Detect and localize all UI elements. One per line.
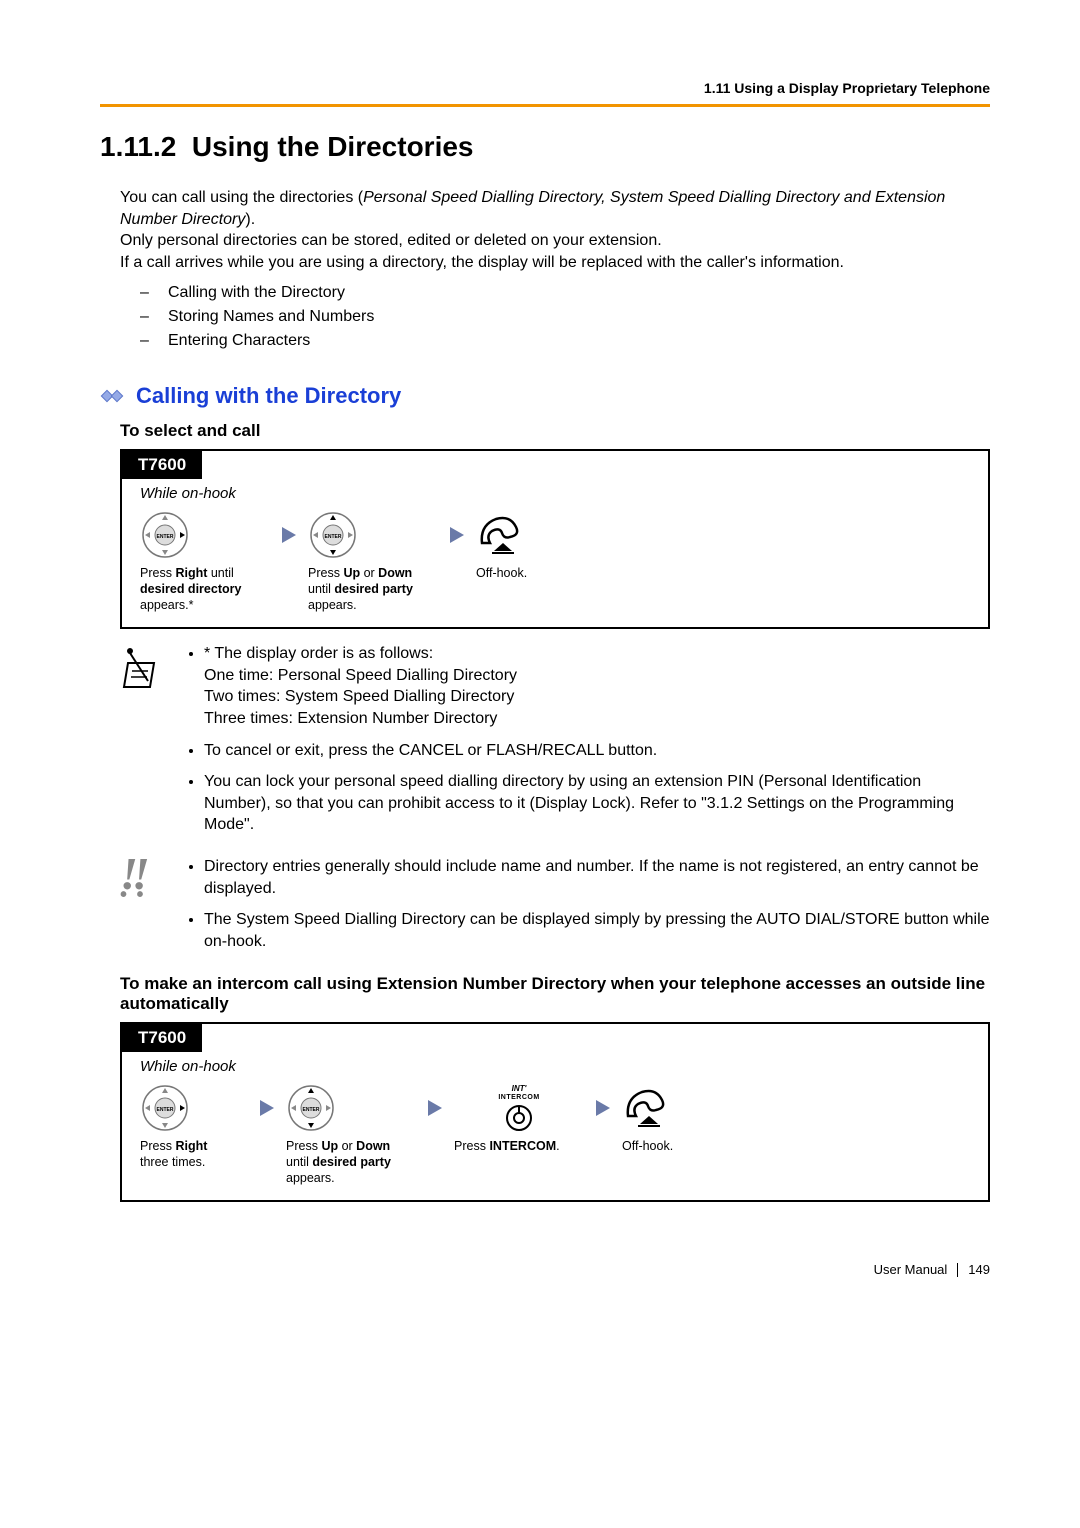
alert-list: Directory entries generally should inclu… [180, 856, 990, 962]
procedure-box: T7600 While on-hook ENTER [120, 1022, 990, 1202]
navigator-right-icon: ENTER [140, 510, 190, 560]
subtopic-list: Calling with the Directory Storing Names… [100, 281, 990, 353]
diamond-bullet-icon [100, 387, 128, 405]
list-item: The System Speed Dialling Directory can … [204, 909, 990, 952]
footer-page-number: 149 [968, 1262, 990, 1277]
step-caption: Press Right until desired directory appe… [140, 566, 270, 613]
subsection-heading: Calling with the Directory [136, 383, 401, 409]
intro-paragraph: You can call using the directories (Pers… [120, 187, 990, 273]
step-caption: Press Right three times. [140, 1139, 248, 1170]
note-icon [120, 643, 164, 691]
section-number: 1.11.2 [100, 131, 176, 162]
list-item: Calling with the Directory [140, 281, 990, 305]
intro-line3: If a call arrives while you are using a … [120, 254, 844, 271]
precondition-label: While on-hook [140, 485, 970, 502]
navigator-updown-icon: ENTER [286, 1083, 336, 1133]
offhook-icon [476, 513, 530, 557]
precondition-label: While on-hook [140, 1058, 970, 1075]
navigator-right-icon: ENTER [140, 1083, 190, 1133]
procedure-heading: To select and call [120, 421, 990, 441]
list-item: Directory entries generally should inclu… [204, 856, 990, 899]
step-caption: Off-hook. [476, 566, 586, 582]
svg-text:ENTER: ENTER [157, 1107, 174, 1113]
list-item: Entering Characters [140, 329, 990, 353]
intercom-button-icon [504, 1103, 534, 1133]
intercom-label-top: INT' [512, 1084, 527, 1094]
list-item: * The display order is as follows: One t… [204, 643, 990, 729]
svg-text:ENTER: ENTER [325, 534, 342, 540]
alert-icon: !! • • [120, 856, 180, 962]
navigator-updown-icon: ENTER [308, 510, 358, 560]
arrow-right-icon [260, 1100, 274, 1116]
model-tab: T7600 [122, 451, 202, 479]
footer-manual-label: User Manual [874, 1262, 948, 1277]
svg-text:ENTER: ENTER [157, 534, 174, 540]
list-item: You can lock your personal speed diallin… [204, 771, 990, 836]
step-caption: Press Up or Down until desired party app… [308, 566, 438, 613]
section-name: Using the Directories [192, 131, 474, 162]
step-caption: Off-hook. [622, 1139, 732, 1155]
intercom-label: INTERCOM [498, 1094, 539, 1103]
intro-line2: Only personal directories can be stored,… [120, 232, 662, 249]
note-list: * The display order is as follows: One t… [180, 643, 990, 846]
intro-text-end: ). [245, 211, 255, 228]
step-caption: Press Up or Down until desired party app… [286, 1139, 416, 1186]
offhook-icon [622, 1086, 676, 1130]
footer-separator [957, 1263, 958, 1277]
model-tab: T7600 [122, 1024, 202, 1052]
section-title: 1.11.2 Using the Directories [100, 131, 990, 163]
list-item: To cancel or exit, press the CANCEL or F… [204, 740, 990, 762]
procedure-heading: To make an intercom call using Extension… [120, 974, 990, 1014]
page-footer: User Manual 149 [100, 1262, 990, 1277]
running-header: 1.11 Using a Display Proprietary Telepho… [100, 80, 990, 96]
arrow-right-icon [282, 527, 296, 543]
arrow-right-icon [428, 1100, 442, 1116]
list-item: Storing Names and Numbers [140, 305, 990, 329]
step-caption: Press INTERCOM. [454, 1139, 584, 1155]
header-rule [100, 104, 990, 107]
intro-text: You can call using the directories ( [120, 189, 363, 206]
procedure-box: T7600 While on-hook ENTER [120, 449, 990, 629]
svg-text:ENTER: ENTER [303, 1107, 320, 1113]
arrow-right-icon [450, 527, 464, 543]
arrow-right-icon [596, 1100, 610, 1116]
